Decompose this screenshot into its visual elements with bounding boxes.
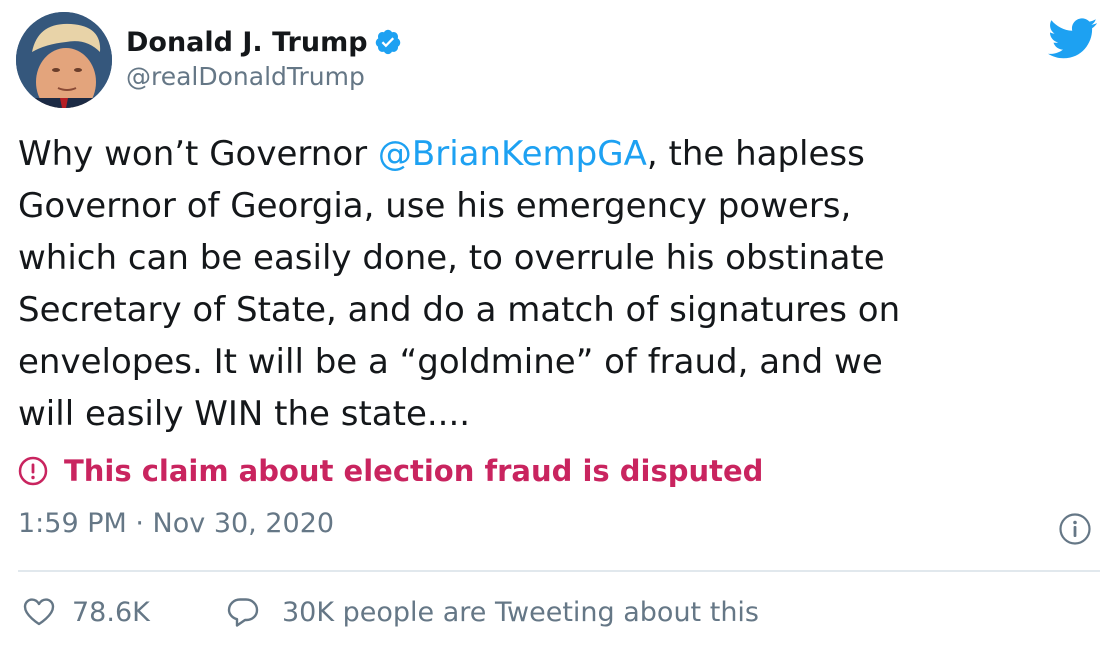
verified-badge-icon [374,28,402,56]
info-circle-icon[interactable] [1058,512,1092,546]
tweet-text-segment: , the hapless [646,134,865,174]
tweet-line-5: envelopes. It will be a “goldmine” of fr… [18,342,883,382]
author-handle[interactable]: @realDonaldTrump [126,62,365,91]
mention-link[interactable]: @BrianKempGA [378,134,647,174]
like-button[interactable]: 78.6K [22,592,150,632]
speech-bubble-icon [226,596,260,628]
disputed-claim-label[interactable]: This claim about election fraud is dispu… [18,452,763,490]
display-name[interactable]: Donald J. Trump [126,27,368,58]
tweet-line-4: Secretary of State, and do a match of si… [18,290,901,330]
avatar-image [16,12,112,108]
divider [18,570,1100,572]
twitter-bird-icon[interactable] [1047,18,1098,60]
tweet-line-6: will easily WIN the state.... [18,394,471,434]
tweet-card: Donald J. Trump @realDonaldTrump Why won… [0,0,1111,646]
exclamation-circle-icon [18,456,48,486]
tweet-text-segment: Why won’t Governor [18,134,378,174]
like-count: 78.6K [72,596,150,628]
tweet-text: Why won’t Governor @BrianKempGA, the hap… [18,128,1088,440]
tweet-line-1: Why won’t Governor @BrianKempGA, the hap… [18,128,1088,180]
heart-icon [22,596,56,628]
conversation-text[interactable]: 30K people are Tweeting about this [282,597,759,628]
conversation-link[interactable]: 30K people are Tweeting about this [226,592,759,632]
disputed-claim-text[interactable]: This claim about election fraud is dispu… [64,454,763,488]
author-name-row[interactable]: Donald J. Trump [126,22,402,62]
tweet-line-2: Governor of Georgia, use his emergency p… [18,186,852,226]
tweet-line-3: which can be easily done, to overrule hi… [18,238,885,278]
avatar[interactable] [16,12,112,108]
tweet-timestamp[interactable]: 1:59 PM · Nov 30, 2020 [18,508,334,539]
